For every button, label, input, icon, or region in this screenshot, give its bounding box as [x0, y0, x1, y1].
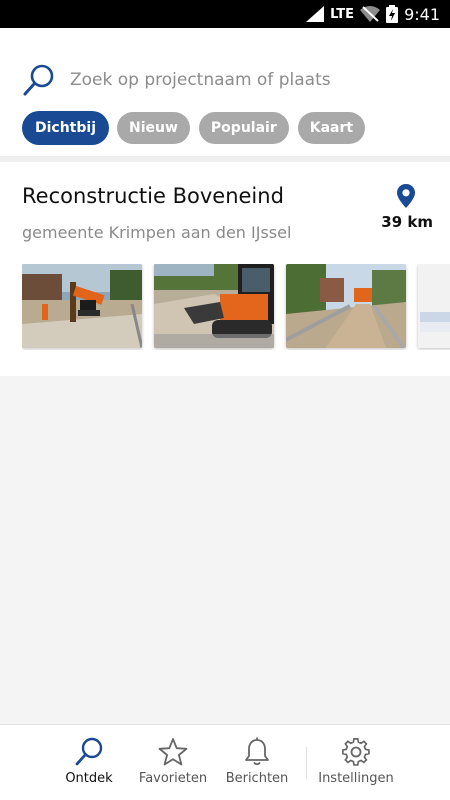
signal-icon: [306, 6, 325, 22]
nav-label: Berichten: [225, 771, 289, 786]
nav-item-berichten[interactable]: Berichten: [212, 737, 302, 786]
star-icon: [158, 738, 188, 766]
bell-icon: [245, 737, 269, 766]
nav-item-ontdek[interactable]: Ontdek: [44, 737, 134, 786]
photo-carousel[interactable]: [22, 264, 450, 350]
gear-icon: [342, 738, 370, 766]
header: Dichtbij Nieuw Populair Kaart: [0, 28, 450, 156]
project-distance: 39 km: [381, 213, 433, 231]
nav-item-favorieten[interactable]: Favorieten: [128, 737, 218, 786]
location-pin-icon: [397, 184, 415, 208]
project-photo[interactable]: [154, 264, 274, 348]
nav-label: Favorieten: [138, 771, 208, 786]
search-icon: [75, 737, 103, 766]
filter-chip-populair[interactable]: Populair: [198, 112, 289, 144]
project-title: Reconstructie Boveneind: [22, 184, 284, 208]
nav-item-instellingen[interactable]: Instellingen: [311, 737, 401, 786]
network-type: LTE: [330, 6, 355, 22]
bottom-navigation: Ontdek Favorieten Berichten Instellingen: [0, 724, 450, 800]
filter-chip-dichtbij[interactable]: Dichtbij: [23, 112, 108, 144]
filter-chip-kaart[interactable]: Kaart: [297, 112, 366, 144]
nav-divider: [306, 747, 307, 779]
nav-label: Instellingen: [318, 771, 394, 786]
wifi-off-icon: [360, 6, 381, 22]
project-municipality: gemeente Krimpen aan den IJssel: [22, 223, 292, 242]
project-photo[interactable]: [286, 264, 406, 348]
project-photo[interactable]: [22, 264, 142, 348]
search-icon[interactable]: [22, 63, 56, 97]
search-bar[interactable]: [22, 60, 430, 100]
filter-chip-nieuw[interactable]: Nieuw: [117, 112, 190, 144]
filter-chips: Dichtbij Nieuw Populair Kaart: [23, 112, 366, 144]
project-card[interactable]: Reconstructie Boveneind gemeente Krimpen…: [0, 162, 450, 376]
search-input[interactable]: [70, 70, 400, 90]
nav-label: Ontdek: [65, 771, 113, 786]
clock: 9:41: [404, 4, 440, 24]
project-photo[interactable]: [418, 264, 450, 348]
battery-charging-icon: [386, 5, 399, 23]
status-bar: LTE 9:41: [0, 0, 450, 28]
